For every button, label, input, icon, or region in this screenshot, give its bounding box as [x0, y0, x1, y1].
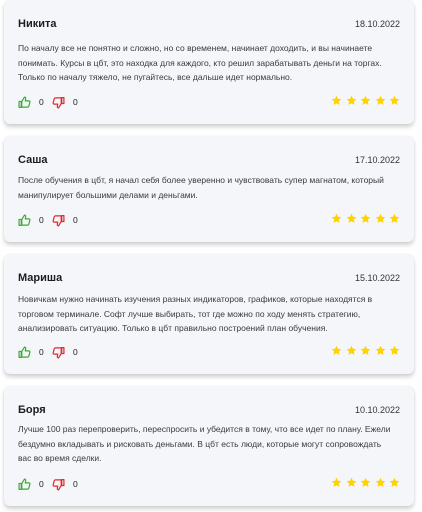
star-icon: [375, 95, 385, 105]
dislike-button[interactable]: 0: [52, 212, 78, 228]
star-icon: [389, 345, 400, 355]
star-icon: [360, 345, 371, 355]
star-icon: [331, 213, 342, 223]
star-icon: [389, 213, 400, 223]
star-icon: [346, 345, 356, 355]
review-text-line: анализировать ситуацию. Только в цбт пра…: [18, 323, 328, 333]
like-count: 0: [39, 347, 44, 357]
star-icon: [360, 477, 371, 487]
rating-stars: [328, 345, 401, 356]
like-button[interactable]: 0: [18, 344, 44, 360]
dislike-button[interactable]: 0: [52, 344, 78, 360]
review-text-line: манипулирует большими делами и деньгами.: [18, 189, 198, 200]
review-text-line: Лучше 100 раз перепроверить, переспросит…: [18, 424, 391, 434]
reviewer-name: Боря: [18, 404, 46, 416]
rating-stars: [328, 213, 401, 224]
review-text-line: Только по началу тяжело, не пугайтесь, в…: [18, 72, 293, 82]
like-button[interactable]: 0: [18, 94, 44, 110]
star-icon: [375, 345, 385, 355]
thumbs-down-icon: [52, 214, 65, 227]
review-date: 18.10.2022: [354, 19, 400, 29]
review-text-line: После обучения в цбт, я начал себя более…: [18, 175, 384, 185]
rating-stars: [328, 477, 401, 488]
star-icon: [346, 95, 356, 105]
like-count: 0: [39, 215, 44, 225]
dislike-button[interactable]: 0: [52, 476, 78, 492]
review-footer: 0 0: [18, 344, 400, 360]
star-icon: [360, 95, 371, 105]
like-button[interactable]: 0: [18, 212, 44, 228]
review-header: Боря 10.10.2022: [18, 404, 400, 418]
star-icon: [375, 477, 385, 487]
reviews-list: Никита 18.10.2022 По началу все не понят…: [0, 0, 422, 512]
review-text: По началу все не понятно и сложно, но со…: [18, 41, 396, 85]
star-icon: [375, 213, 385, 223]
thumbs-down-icon: [52, 96, 65, 109]
review-text-line: вас во время сделки.: [18, 453, 102, 463]
like-button[interactable]: 0: [18, 476, 44, 492]
thumbs-up-icon: [18, 95, 31, 108]
star-icon: [389, 477, 400, 487]
review-footer: 0 0: [18, 212, 400, 228]
review-header: Мариша 15.10.2022: [18, 272, 400, 286]
star-icon: [331, 345, 342, 355]
dislike-button[interactable]: 0: [52, 94, 78, 110]
review-text-line: По началу все не понятно и сложно, но со…: [18, 43, 373, 53]
review-text-line: Новичкам нужно начинать изучения разных …: [18, 294, 373, 304]
like-count: 0: [39, 97, 44, 107]
review-text: После обучения в цбт, я начал себя более…: [18, 173, 396, 202]
star-icon: [331, 477, 342, 487]
star-icon: [389, 95, 400, 105]
reviewer-name: Мариша: [18, 272, 63, 284]
thumbs-down-icon: [52, 478, 65, 491]
review-date: 15.10.2022: [354, 273, 400, 283]
like-count: 0: [39, 479, 44, 489]
review-header: Никита 18.10.2022: [18, 18, 400, 32]
review-footer: 0 0: [18, 94, 400, 110]
review-card: Боря 10.10.2022 Лучше 100 раз перепровер…: [4, 386, 414, 506]
dislike-count: 0: [73, 347, 78, 357]
review-card: Саша 17.10.2022 После обучения в цбт, я …: [4, 136, 414, 242]
review-card: Никита 18.10.2022 По началу все не понят…: [4, 0, 414, 124]
dislike-count: 0: [73, 215, 78, 225]
reviewer-name: Никита: [18, 18, 57, 30]
review-text-line: торговом терминале. Софт лучше выбирать,…: [18, 308, 361, 319]
review-date: 10.10.2022: [354, 405, 400, 415]
star-icon: [331, 95, 342, 105]
reviewer-name: Саша: [18, 154, 48, 166]
dislike-count: 0: [73, 479, 78, 489]
star-icon: [346, 477, 356, 487]
review-text: Новичкам нужно начинать изучения разных …: [18, 292, 396, 336]
review-card: Мариша 15.10.2022 Новичкам нужно начинат…: [4, 254, 414, 374]
review-text-line: понимать. Курсы в цбт, это находка для к…: [18, 57, 382, 68]
review-header: Саша 17.10.2022: [18, 154, 400, 168]
rating-stars: [328, 95, 401, 106]
star-icon: [346, 213, 356, 223]
thumbs-up-icon: [18, 213, 31, 226]
dislike-count: 0: [73, 97, 78, 107]
review-date: 17.10.2022: [354, 155, 400, 165]
thumbs-up-icon: [18, 345, 31, 358]
star-icon: [360, 213, 371, 223]
thumbs-up-icon: [18, 477, 31, 490]
thumbs-down-icon: [52, 346, 65, 359]
review-text-line: бездумно вкладывать и рисковать деньгами…: [18, 438, 382, 449]
review-text: Лучше 100 раз перепроверить, переспросит…: [18, 422, 396, 466]
review-footer: 0 0: [18, 476, 400, 492]
